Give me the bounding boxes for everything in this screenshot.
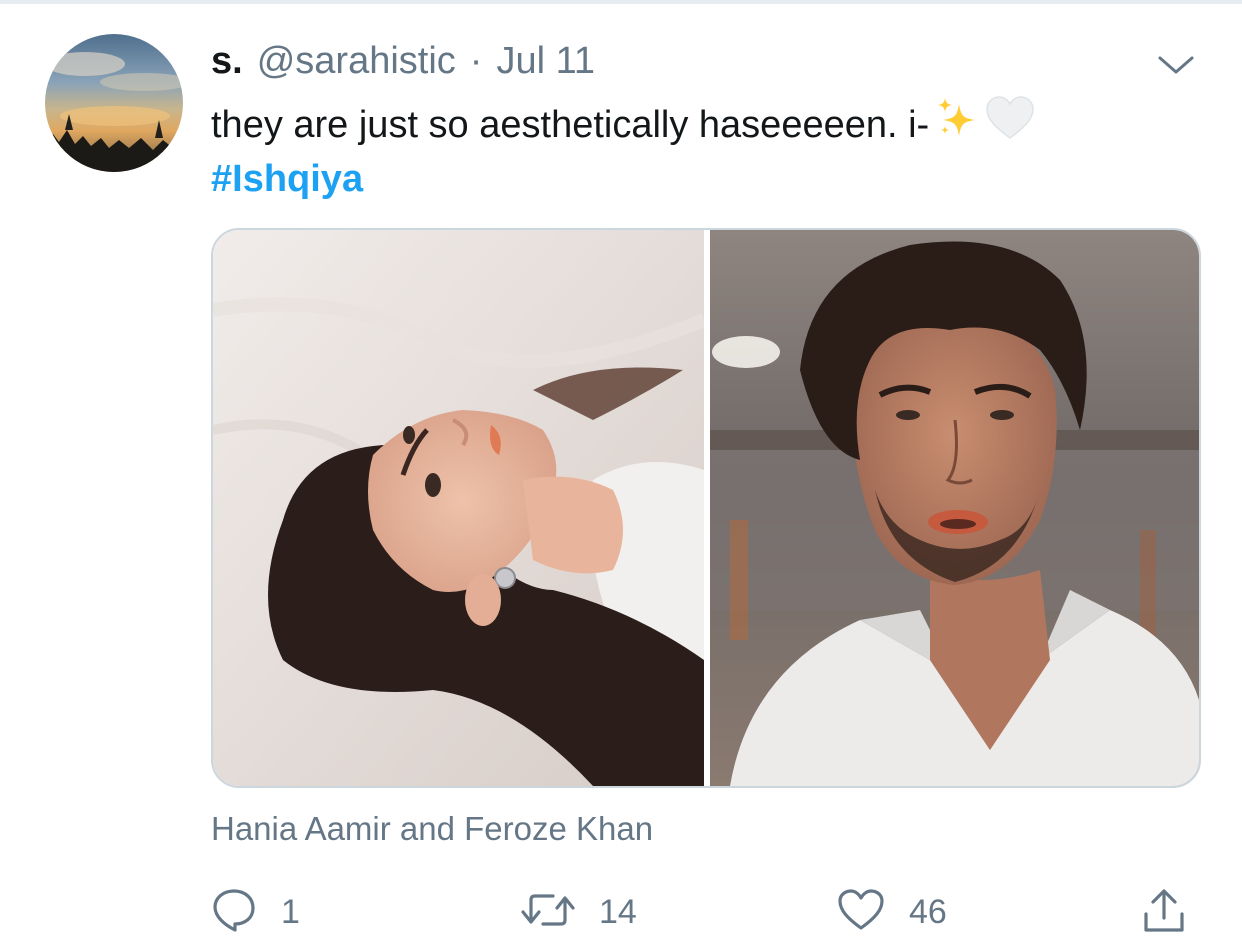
media-caption: Hania Aamir and Feroze Khan [211, 810, 654, 847]
photo-man[interactable] [710, 230, 1199, 786]
photo-woman[interactable] [213, 230, 704, 786]
retweet-button[interactable]: 14 [521, 882, 637, 942]
share-icon [1141, 886, 1187, 939]
chevron-down-icon[interactable] [1156, 52, 1196, 78]
white-heart-icon [985, 95, 1035, 156]
retweet-count: 14 [599, 892, 637, 931]
share-button[interactable] [1141, 882, 1187, 942]
reply-count: 1 [281, 892, 300, 931]
like-count: 46 [909, 892, 947, 931]
avatar[interactable] [45, 34, 183, 172]
reply-icon [211, 887, 257, 938]
user-handle[interactable]: @sarahistic [257, 40, 456, 83]
tweet-actions: 1 14 46 [211, 882, 1197, 942]
display-name[interactable]: s. [211, 40, 243, 83]
heart-icon [837, 888, 885, 937]
timestamp[interactable]: Jul 11 [496, 40, 595, 83]
retweet-icon [521, 890, 575, 935]
separator: · [469, 40, 483, 82]
sparkles-icon [933, 94, 981, 157]
hashtag-link[interactable]: #Ishqiya [211, 152, 363, 206]
reply-button[interactable]: 1 [211, 882, 300, 942]
tweet-text: they are just so aesthetically haseeeeen… [211, 95, 1035, 206]
media-container [211, 228, 1201, 788]
tweet-body: they are just so aesthetically haseeeeen… [211, 104, 930, 146]
like-button[interactable]: 46 [837, 882, 947, 942]
tweet[interactable]: s. @sarahistic · Jul 11 they are just so… [0, 4, 1242, 940]
tweet-header: s. @sarahistic · Jul 11 [211, 40, 595, 84]
